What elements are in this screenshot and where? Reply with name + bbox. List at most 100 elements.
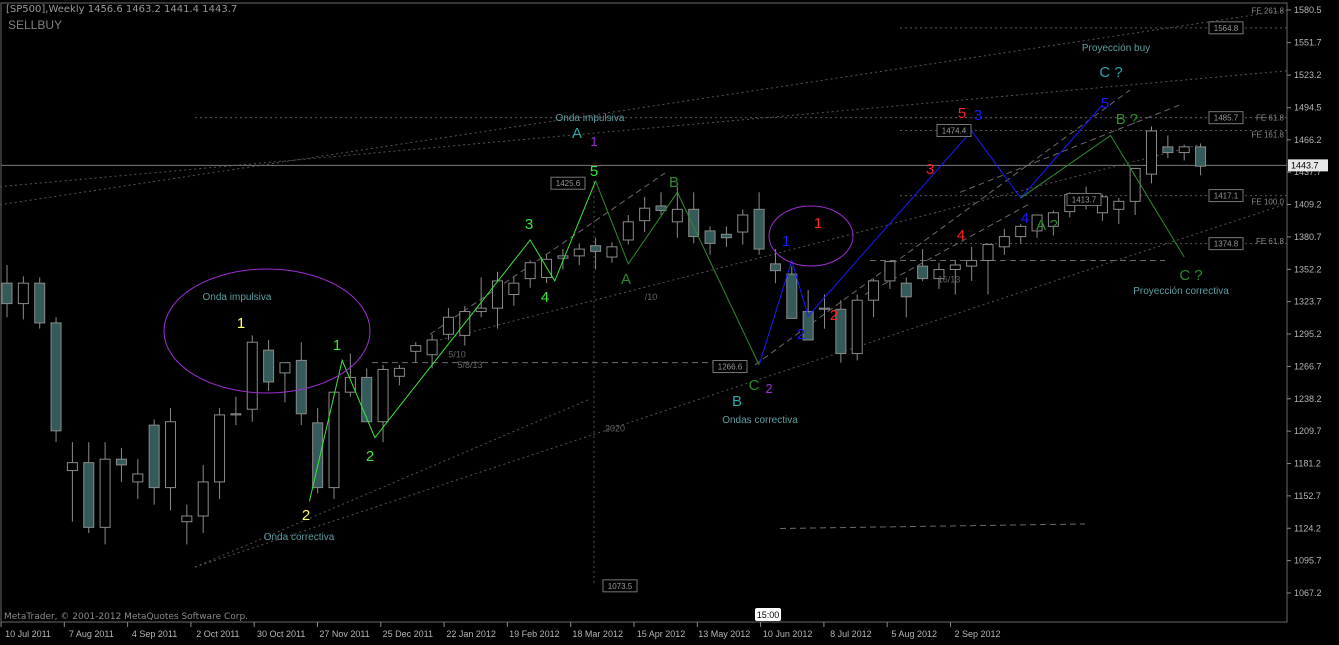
wave-label-blue-2: 2 <box>797 326 805 343</box>
wave-label-cyan-c: C ? <box>1099 64 1122 81</box>
current-price-label: 1443.7 <box>1291 160 1319 170</box>
bull-candle <box>606 246 618 258</box>
wave-label-purple-2: 2 <box>765 381 772 396</box>
x-tick-label: 5 Aug 2012 <box>891 629 937 639</box>
bull-candle <box>328 391 340 489</box>
wave-label-a-projection: A ? <box>1036 217 1058 234</box>
bull-candle <box>181 515 193 523</box>
plot-frame <box>0 2 1288 623</box>
bear-candle <box>704 230 716 244</box>
fibo-ratio-label: 16/13 <box>938 275 961 285</box>
bull-candle <box>868 280 880 301</box>
y-tick-label: 1152.7 <box>1294 491 1321 501</box>
bull-candle <box>197 481 209 517</box>
bull-candle <box>671 208 683 223</box>
wave-label-b-projection: B ? <box>1116 111 1139 128</box>
fibo-ratio-label: 5/10 <box>448 350 466 360</box>
wave-label-red-3: 3 <box>926 161 934 178</box>
y-tick-label: 1067.2 <box>1294 588 1322 598</box>
y-tick-label: 1295.2 <box>1294 329 1322 339</box>
y-tick-label: 1266.7 <box>1294 361 1322 371</box>
y-tick-label: 1551.7 <box>1294 38 1322 48</box>
annotation-onda-impulsiva: Onda impulsiva <box>203 292 272 303</box>
bear-candle <box>1162 146 1174 154</box>
wave-label-cyan-a: A <box>572 125 582 142</box>
price-box-1417: 1417.1 <box>1214 192 1239 201</box>
price-box-1073: 1073.5 <box>608 582 633 591</box>
bull-candle <box>982 244 994 261</box>
wave-label-green-5: 5 <box>590 163 598 180</box>
bull-candle <box>1015 225 1027 238</box>
bull-candle <box>557 255 569 259</box>
bear-candle <box>590 245 602 252</box>
projection-line <box>0 70 1288 188</box>
wave-label-cyan-b: B <box>732 393 742 410</box>
y-tick-label: 1181.2 <box>1294 459 1321 469</box>
bull-candle <box>475 307 487 313</box>
bear-candle <box>148 424 160 489</box>
bear-candle <box>312 422 324 489</box>
bull-candle <box>737 214 749 233</box>
y-tick-label: 1380.7 <box>1294 232 1322 242</box>
wave-label-blue-5: 5 <box>1101 95 1109 112</box>
fibo-ratio-label: /10 <box>645 292 658 302</box>
x-tick-label: 13 May 2012 <box>698 629 750 639</box>
annotation-onda-impulsiva-top: Onda impulsiva <box>556 113 625 124</box>
bear-candle <box>263 349 275 383</box>
candlestick-chart[interactable]: 1212345ABCA ?B ?C ?ABC ?121234512345Onda… <box>0 0 1339 645</box>
bear-candle <box>786 273 798 319</box>
price-box-1425: 1425.6 <box>556 179 581 188</box>
y-tick-label: 1209.7 <box>1294 426 1322 436</box>
bear-candle <box>753 208 765 250</box>
price-box-1374: 1374.8 <box>1214 240 1239 249</box>
x-tick-label: 10 Jun 2012 <box>763 629 813 639</box>
y-tick-label: 1352.2 <box>1294 264 1322 274</box>
bear-candle <box>361 376 373 423</box>
x-tick-label: 30 Oct 2011 <box>257 629 305 639</box>
bull-candle <box>279 362 291 374</box>
projection-line <box>194 398 591 568</box>
x-tick-label: 2 Oct 2011 <box>196 629 239 639</box>
price-box-1413: 1413.7 <box>1072 195 1097 204</box>
bull-candle <box>1146 130 1157 175</box>
bear-candle <box>83 462 95 528</box>
annotation-ondas-correctiva: Ondas correctiva <box>722 415 798 426</box>
bull-candle <box>998 236 1010 248</box>
wave-label-purple-1: 1 <box>590 134 597 149</box>
bull-candle <box>966 259 978 267</box>
wave-label-green-3: 3 <box>525 216 533 233</box>
bear-candle <box>50 322 62 432</box>
bull-candle <box>377 368 389 423</box>
bear-candle <box>900 282 912 298</box>
wave-label-yellow-1: 1 <box>237 315 245 332</box>
annotation-onda-correctiva: Onda correctiva <box>264 532 335 543</box>
bull-candle <box>508 282 520 296</box>
bull-candle <box>622 221 634 241</box>
blue-wave-3-5 <box>856 104 1103 261</box>
price-box-1485: 1485.7 <box>1214 114 1239 123</box>
bull-candle <box>165 421 176 489</box>
bull-candle <box>132 473 144 483</box>
projection-line <box>194 203 1288 568</box>
wave-label-c: C <box>749 377 760 394</box>
wave-label-blue-4: 4 <box>1021 210 1029 227</box>
bull-candle <box>230 413 242 416</box>
fe-label-61-upper: FE 61.8 <box>1256 114 1285 123</box>
x-tick-label: 8 Jul 2012 <box>830 629 872 639</box>
bull-candle <box>524 262 536 280</box>
y-tick-label: 1494.5 <box>1294 103 1322 113</box>
bull-candle <box>426 339 438 356</box>
bear-candle <box>720 233 732 239</box>
x-tick-label: 7 Aug 2011 <box>69 629 114 639</box>
x-tick-label: 19 Feb 2012 <box>509 629 560 639</box>
bull-candle <box>1178 146 1190 154</box>
y-tick-label: 1466.2 <box>1294 135 1322 145</box>
projection-line <box>0 9 1288 206</box>
wave-label-b: B <box>669 174 679 191</box>
bull-candle <box>1113 200 1125 210</box>
bear-candle <box>115 458 127 466</box>
bull-candle <box>66 462 78 472</box>
x-tick-label: 18 Mar 2012 <box>572 629 623 639</box>
y-tick-label: 1238.2 <box>1294 394 1322 404</box>
bear-candle <box>655 205 667 211</box>
